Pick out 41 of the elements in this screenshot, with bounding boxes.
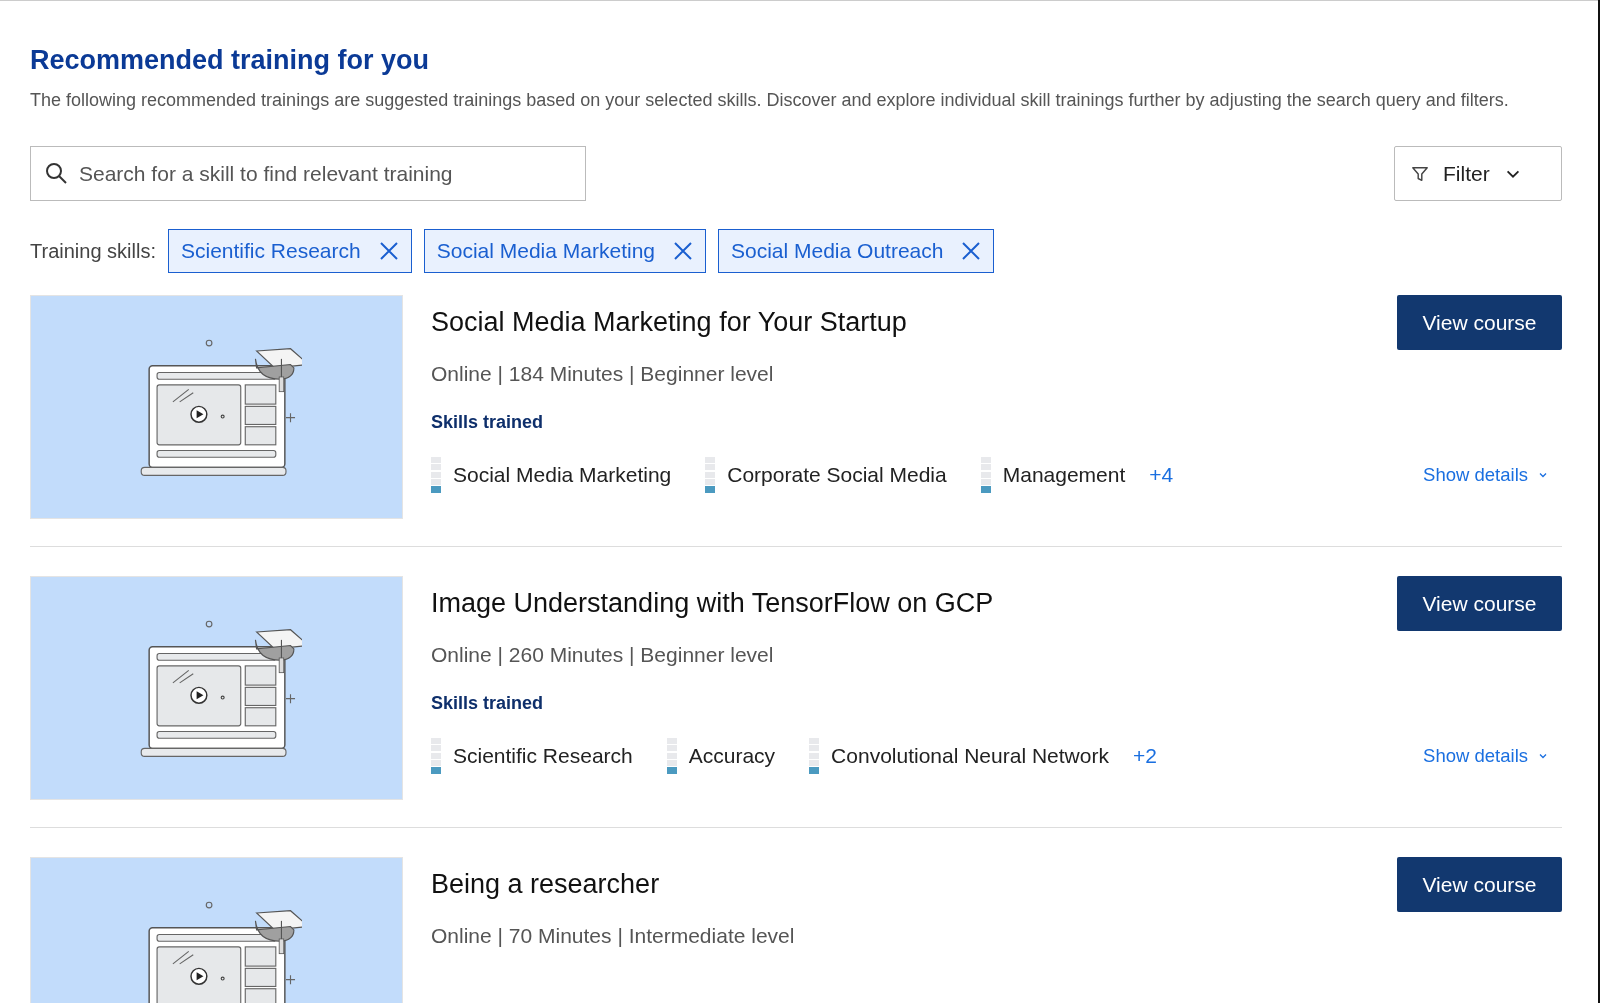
skill-level-meter [809,738,820,774]
course-title: Being a researcher [431,869,660,900]
more-skills-link[interactable]: +4 [1149,463,1174,487]
page-title: Recommended training for you [30,45,431,76]
show-details-link[interactable]: Show details [1423,745,1548,767]
close-icon[interactable] [378,241,399,261]
chevron-down-icon [1538,470,1548,480]
close-icon[interactable] [673,241,693,261]
skill-level-meter [705,457,716,493]
page-description: The following recommended trainings are suggested trainings based on your selected skills. Discover and explore individual skill trainings further by adjusting the search query and filters. [30,89,1510,112]
skill-level-meter [431,457,441,493]
funnel-icon [1411,164,1429,183]
skill-level-meter [431,738,441,774]
filter-button[interactable]: Filter [1394,146,1562,201]
skill-name: Convolutional Neural Network [831,744,1109,768]
training-skills-label: Training skills: [30,239,156,263]
skill-name: Management [1002,463,1126,487]
course-title: Social Media Marketing for Your Startup [431,307,907,338]
close-icon[interactable] [961,241,982,261]
skill-level-meter [980,457,991,493]
view-course-button[interactable]: View course [1397,857,1562,912]
skill-name: Corporate Social Media [727,463,947,487]
show-details-link[interactable]: Show details [1423,464,1548,486]
skill-chip[interactable]: Social Media Marketing [423,229,706,273]
view-course-button[interactable]: View course [1397,576,1562,631]
skill-name: Scientific Research [453,744,633,768]
view-course-button[interactable]: View course [1397,295,1562,350]
more-skills-link[interactable]: +2 [1132,744,1157,768]
skills-trained-heading: Skills trained [431,412,545,433]
skills-trained-heading: Skills trained [431,693,545,714]
skill-level-meter [666,738,677,774]
course-title: Image Understanding with TensorFlow on GCP [431,588,994,619]
course-meta: Online | 184 Minutes | Beginner level [431,362,775,386]
skill-name: Accuracy [688,744,776,768]
chevron-down-icon [1538,751,1548,761]
skill-chip[interactable]: Social Media Outreach [718,229,995,273]
skill-name: Social Media Marketing [453,463,672,487]
course-meta: Online | 70 Minutes | Intermediate level [431,924,796,948]
skill-chip[interactable]: Scientific Research [167,229,412,273]
course-meta: Online | 260 Minutes | Beginner level [431,643,775,667]
search-field[interactable]: Search for a skill to find relevant training [30,146,586,201]
